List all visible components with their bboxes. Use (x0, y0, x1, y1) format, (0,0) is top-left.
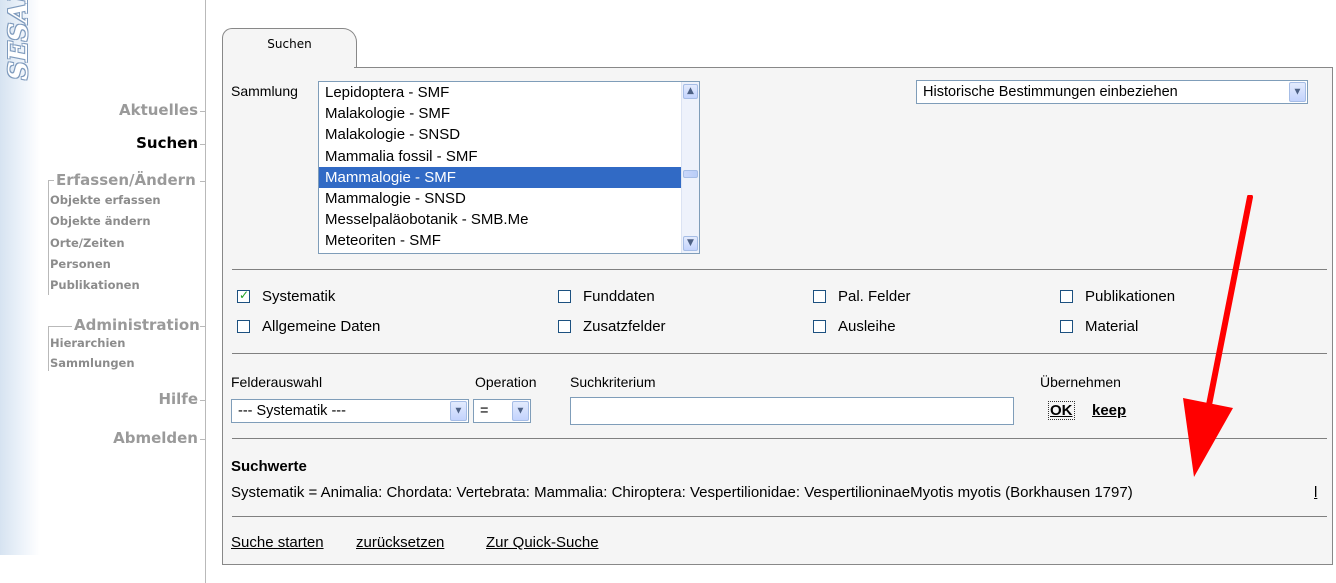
checkbox-label[interactable]: Zusatzfelder (583, 318, 666, 335)
suche-starten-link[interactable]: Suche starten (231, 534, 324, 551)
group-bracket-line (48, 180, 49, 295)
suchwerte-title: Suchwerte (231, 458, 307, 475)
nav-sub-publikationen[interactable]: Publikationen (50, 278, 140, 292)
keep-button[interactable]: keep (1092, 402, 1126, 419)
checkbox-label[interactable]: Funddaten (583, 288, 655, 305)
select-value: = (480, 403, 489, 419)
checkmark-icon: ✓ (239, 288, 250, 302)
operation-label: Operation (475, 374, 537, 390)
group-bracket-top (48, 326, 72, 327)
arrow-head (1183, 398, 1233, 477)
nav-tick (200, 144, 206, 145)
logo-strip: SESAM (0, 0, 40, 555)
operation-select[interactable]: = ▼ (473, 399, 531, 423)
nav-item-abmelden[interactable]: Abmelden (113, 429, 198, 447)
checkbox-label[interactable]: Publikationen (1085, 288, 1175, 305)
chevron-down-icon[interactable]: ▼ (512, 401, 529, 421)
suchwerte-line: Systematik = Animalia: Chordata: Vertebr… (231, 484, 1133, 501)
checkbox[interactable] (1060, 320, 1073, 333)
nav-sub-orte-zeiten[interactable]: Orte/Zeiten (50, 236, 125, 250)
nav-sub-personen[interactable]: Personen (50, 257, 111, 271)
checkbox-label[interactable]: Allgemeine Daten (262, 318, 380, 335)
divider (232, 353, 1327, 354)
tab-suchen[interactable]: Suchen (222, 28, 357, 69)
nav-sub-sammlungen[interactable]: Sammlungen (50, 356, 135, 370)
nav-sub-hierarchien[interactable]: Hierarchien (50, 336, 125, 350)
nav-group-erfassen[interactable]: Erfassen/Ändern (56, 171, 196, 189)
checkbox-label[interactable]: Ausleihe (838, 318, 896, 335)
quick-suche-link[interactable]: Zur Quick-Suche (486, 534, 599, 551)
sammlung-option[interactable]: Malakologie - SNSD (319, 124, 699, 145)
sammlung-option[interactable]: Lepidoptera - SMF (319, 82, 699, 103)
checkbox[interactable] (558, 320, 571, 333)
chevron-down-icon[interactable]: ▼ (1289, 82, 1306, 102)
divider (232, 269, 1327, 270)
nav-item-hilfe[interactable]: Hilfe (158, 390, 198, 408)
sammlung-option[interactable]: Malakologie - SMF (319, 103, 699, 124)
checkbox[interactable] (813, 320, 826, 333)
nav-tick (200, 400, 206, 401)
select-value: --- Systematik --- (238, 403, 346, 419)
nav-group-administration[interactable]: Administration (74, 316, 200, 334)
sammlung-option[interactable]: Mammalogie - SMF (319, 166, 699, 188)
sesam-logo: SESAM (4, 0, 34, 80)
historische-bestimmungen-select[interactable]: Historische Bestimmungen einbeziehen ▼ (916, 80, 1308, 104)
sammlung-option[interactable]: Messelpaläobotanik - SMB.Me (319, 209, 699, 230)
checkbox-label[interactable]: Material (1085, 318, 1138, 335)
checkbox-label[interactable]: Systematik (262, 288, 335, 305)
sammlung-option[interactable]: Mammalia fossil - SMF (319, 146, 699, 167)
sammlung-option[interactable]: Meteoriten - SMF (319, 230, 699, 251)
checkbox-label[interactable]: Pal. Felder (838, 288, 911, 305)
listbox-scrollbar[interactable]: ▲ ▼ (681, 82, 699, 253)
felderauswahl-select[interactable]: --- Systematik --- ▼ (231, 399, 469, 423)
checkbox[interactable] (813, 290, 826, 303)
tab-joint (223, 66, 354, 68)
nav-sub-objekte-aendern[interactable]: Objekte ändern (50, 214, 151, 228)
divider (232, 516, 1327, 517)
felderauswahl-label: Felderauswahl (231, 374, 323, 390)
suchkriterium-label: Suchkriterium (570, 374, 656, 390)
zuruecksetzen-link[interactable]: zurücksetzen (356, 534, 444, 551)
chevron-down-icon[interactable]: ▼ (450, 401, 467, 421)
scroll-up-icon[interactable]: ▲ (683, 84, 698, 99)
select-value: Historische Bestimmungen einbeziehen (923, 84, 1178, 100)
scroll-down-icon[interactable]: ▼ (683, 236, 698, 251)
annotation-arrow (1183, 195, 1253, 477)
scroll-thumb[interactable] (683, 170, 698, 178)
nav-tick (200, 181, 206, 182)
nav-tick (200, 111, 206, 112)
checkbox[interactable]: ✓ (237, 288, 250, 303)
nav-tick (200, 326, 206, 327)
divider (232, 438, 1327, 439)
nav-tick (200, 439, 206, 440)
suchkriterium-input[interactable] (570, 397, 1014, 425)
ok-button[interactable]: OK (1048, 401, 1075, 420)
arrow-shaft (1205, 195, 1253, 413)
nav-item-suchen[interactable]: Suchen (136, 134, 198, 152)
uebernehmen-label: Übernehmen (1040, 374, 1121, 390)
nav-sub-objekte-erfassen[interactable]: Objekte erfassen (50, 193, 161, 207)
sammlung-listbox[interactable]: Lepidoptera - SMF Malakologie - SMF Malako… (318, 81, 700, 254)
sammlung-option[interactable]: Mammalogie - SNSD (319, 188, 699, 209)
checkbox[interactable] (237, 320, 250, 333)
sidebar-nav: Aktuelles Suchen Erfassen/Ändern Objekte… (40, 0, 206, 583)
sammlung-label: Sammlung (231, 83, 298, 99)
checkbox[interactable] (1060, 290, 1073, 303)
checkbox[interactable] (558, 290, 571, 303)
group-bracket-line (48, 326, 49, 371)
remove-suchwert-link[interactable]: l (1314, 484, 1317, 501)
nav-item-aktuelles[interactable]: Aktuelles (119, 101, 198, 119)
